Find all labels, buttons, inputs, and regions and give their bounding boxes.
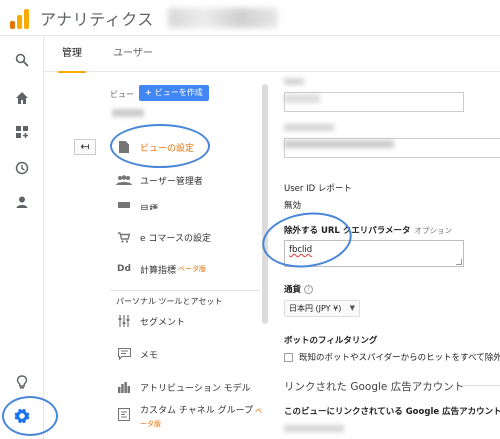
account-selector[interactable] — [168, 8, 278, 28]
redacted-ads-account — [284, 425, 344, 432]
view-column-label: ビュー — [110, 90, 134, 99]
view-column-scrollbar[interactable] — [262, 84, 268, 324]
menu-item-ecommerce[interactable]: e コマースの設定 — [116, 226, 211, 248]
audience-person-icon[interactable] — [12, 192, 32, 212]
home-icon[interactable] — [12, 88, 32, 108]
realtime-clock-icon[interactable] — [12, 158, 32, 178]
plus-icon: + — [145, 88, 152, 97]
top-app-bar: アナリティクス — [0, 0, 500, 36]
analytics-logo-icon[interactable] — [10, 7, 30, 29]
menu-item-view-settings[interactable]: ビューの設定 — [116, 136, 194, 158]
annotation-icon — [116, 347, 132, 361]
segment-icon — [116, 314, 132, 328]
users-icon — [116, 173, 132, 187]
currency-label: 通貨? — [284, 283, 314, 295]
menu-item-user-management[interactable]: ユーザー管理者 — [116, 169, 203, 191]
view-name-field[interactable] — [284, 92, 464, 112]
tab-user[interactable]: ユーザー — [110, 36, 156, 72]
bot-filter-checkbox-label: 既知のボットやスパイダーからのヒットをすべて除外 — [299, 353, 500, 363]
user-id-report-label: User ID レポート — [284, 184, 352, 194]
section-divider-line — [462, 385, 500, 386]
view-name-redacted — [112, 109, 144, 117]
bot-filter-checkbox[interactable] — [284, 352, 293, 362]
admin-tabs: 管理 ユーザー — [44, 36, 500, 73]
app-title: アナリティクス — [40, 10, 154, 29]
channel-group-icon — [116, 407, 132, 421]
left-navigation — [0, 36, 44, 439]
currency-select[interactable]: 日本円 (JPY ¥) ▼ — [284, 300, 360, 317]
exclude-url-params-input[interactable]: fbclid — [284, 240, 464, 267]
personal-tools-header: パーソナル ツールとアセット — [116, 297, 223, 306]
menu-item-goals[interactable]: 目標 — [116, 196, 158, 210]
back-arrow-button[interactable]: ↤ — [74, 139, 96, 155]
discover-lightbulb-icon[interactable] — [12, 372, 32, 392]
flag-icon — [116, 196, 132, 210]
dd-icon: Dd — [117, 264, 131, 274]
menu-item-attribution-models[interactable]: アトリビューション モデル — [116, 376, 251, 398]
redacted-label — [284, 124, 334, 131]
section-divider — [110, 290, 260, 291]
create-view-button[interactable]: + ビューを作成 — [139, 85, 209, 101]
menu-item-calculated-metrics[interactable]: Dd 計算指標 ベータ版 — [116, 258, 206, 280]
google-ads-description: このビューにリンクされている Google 広告アカウント — [284, 407, 500, 417]
menu-item-custom-channel-groups[interactable]: カスタム チャネル グループ ベータ版 — [116, 404, 265, 436]
search-icon[interactable] — [12, 50, 32, 70]
bot-filter-label: ボットのフィルタリング — [284, 336, 378, 346]
menu-item-annotations[interactable]: メモ — [116, 343, 158, 365]
exclude-url-params-label: 除外する URL クエリパラメータ オプション — [284, 226, 453, 236]
customization-icon[interactable] — [12, 122, 32, 142]
tab-admin[interactable]: 管理 — [58, 36, 86, 73]
menu-item-segments[interactable]: セグメント — [116, 310, 185, 332]
user-id-report-value[interactable]: 無効 — [284, 199, 301, 211]
google-ads-section-title: リンクされた Google 広告アカウント — [284, 381, 465, 393]
bar-chart-icon — [116, 380, 132, 394]
resize-handle-icon[interactable] — [456, 259, 462, 265]
admin-gear-icon[interactable] — [12, 406, 32, 426]
document-icon — [116, 140, 132, 154]
help-icon[interactable]: ? — [304, 285, 314, 294]
bot-filter-row: 既知のボットやスパイダーからのヒットをすべて除外 — [284, 351, 500, 363]
website-url-field[interactable] — [284, 138, 500, 158]
redacted-label — [284, 78, 304, 85]
cart-icon — [116, 230, 132, 244]
dropdown-caret-icon: ▼ — [349, 304, 355, 312]
